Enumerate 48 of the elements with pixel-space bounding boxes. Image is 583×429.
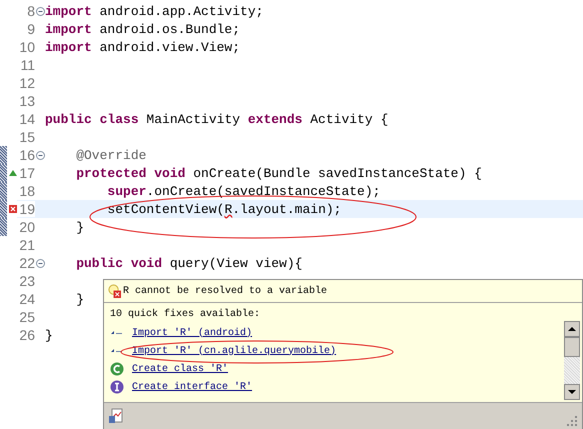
scrollbar[interactable] (564, 321, 580, 400)
line-number: 13 (18, 93, 35, 109)
code-line: public void query(View view){ (75, 256, 302, 270)
line-number: 15 (18, 129, 35, 145)
code-line: super.onCreate(savedInstanceState); (106, 184, 380, 198)
line-number: 21 (18, 237, 35, 253)
code-line: public class MainActivity extends Activity { (45, 112, 388, 126)
document-chart-icon[interactable] (108, 408, 124, 424)
fix-count: 10 quick fixes available: (110, 309, 262, 320)
line-number: 22 (18, 255, 35, 271)
line-number: 24 (18, 291, 35, 307)
quick-fix-link[interactable]: Create interface 'R' (132, 382, 252, 392)
code-line: @Override (75, 148, 146, 162)
quick-fix-link[interactable]: Create class 'R' (132, 364, 228, 374)
line-number: 11 (19, 57, 35, 73)
code-line: } (75, 220, 84, 234)
interface-icon (110, 380, 124, 394)
code-line: import android.os.Bundle; (45, 22, 240, 36)
code-line: import android.app.Activity; (45, 4, 264, 18)
collapse-icon[interactable] (36, 6, 44, 16)
scroll-down-button[interactable] (564, 384, 580, 400)
line-number: 26 (18, 327, 35, 343)
collapse-icon[interactable] (36, 258, 44, 268)
error-bulb-icon (108, 284, 121, 298)
code-line: } (45, 328, 53, 342)
code-line: } (75, 292, 84, 306)
scroll-thumb[interactable] (564, 337, 580, 357)
line-number: 23 (18, 273, 35, 289)
line-number: 12 (18, 75, 35, 91)
line-number: 8 (26, 3, 35, 19)
line-number: 10 (18, 39, 35, 55)
resize-grip[interactable] (566, 415, 578, 427)
line-number: 16 (18, 147, 35, 163)
code-line: setContentView(R.layout.main); (106, 202, 342, 216)
line-number: 19 (17, 201, 35, 217)
code-line: protected void onCreate(Bundle savedInstanceState) { (75, 166, 482, 180)
line-number: 17 (18, 165, 35, 181)
line-number: 20 (18, 219, 35, 235)
line-number: 25 (18, 309, 35, 325)
class-icon (110, 362, 124, 376)
quick-fix-link[interactable]: Import 'R' (android) (132, 328, 252, 338)
line-number: 18 (18, 183, 35, 199)
problem-message: R cannot be resolved to a variable (123, 286, 328, 296)
collapse-icon[interactable] (36, 150, 44, 160)
scroll-up-button[interactable] (564, 321, 580, 337)
line-number: 14 (18, 111, 35, 127)
code-line: import android.view.View; (45, 40, 240, 54)
line-number: 9 (26, 21, 35, 37)
